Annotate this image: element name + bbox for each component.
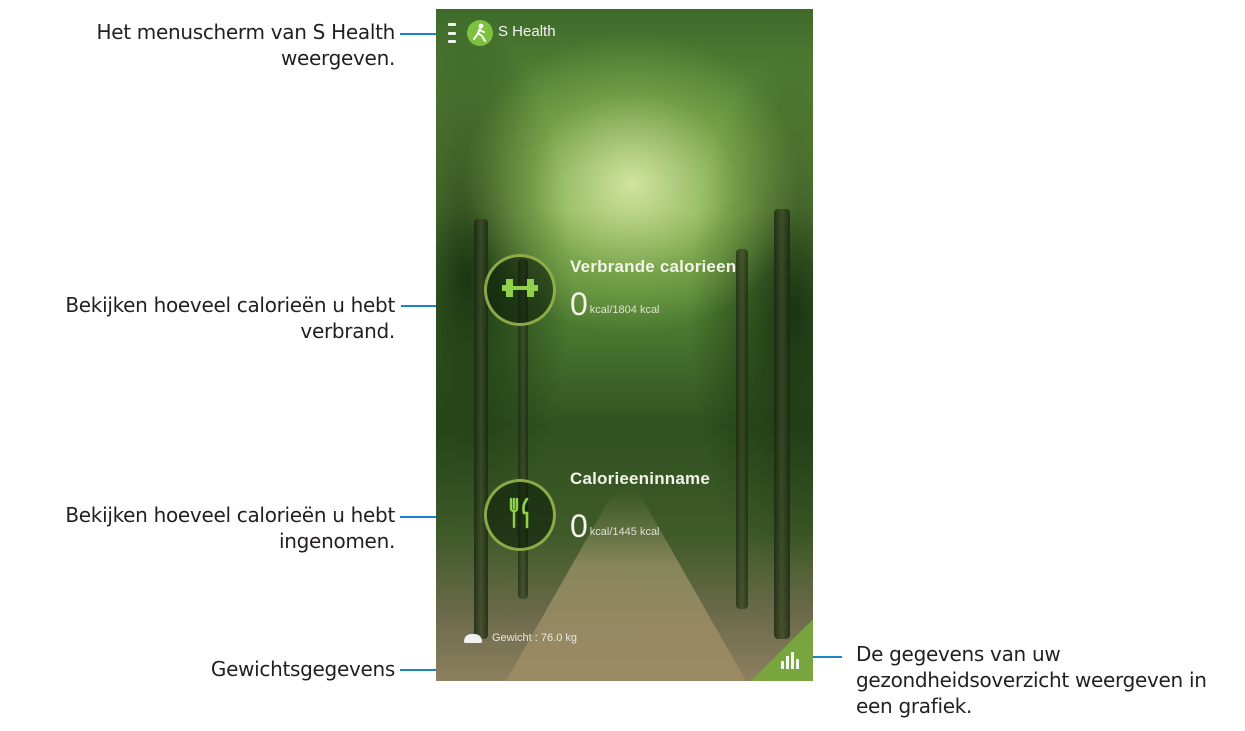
weight-row[interactable]: Gewicht : 76.0 kg bbox=[464, 632, 577, 644]
calorie-intake-unit: kcal/1445 kcal bbox=[589, 526, 660, 538]
phone-screen: S Health Verbrande calorieen 0 kcal/1804… bbox=[436, 9, 813, 681]
calorie-intake-label: Calorieeninname bbox=[570, 469, 710, 488]
callout-graph-text: De gegevens van uw gezondheidsoverzicht … bbox=[856, 642, 1207, 718]
calorie-intake-value: 0 kcal/1445 kcal bbox=[570, 508, 660, 544]
burned-calories-value: 0 kcal/1804 kcal bbox=[570, 286, 660, 322]
leader-graph bbox=[808, 656, 842, 658]
burned-calories-button[interactable] bbox=[484, 254, 556, 326]
walking-person-icon bbox=[467, 20, 493, 46]
app-header: S Health bbox=[436, 9, 813, 59]
weight-text: Gewicht : 76.0 kg bbox=[492, 632, 577, 644]
graph-button[interactable] bbox=[751, 619, 813, 681]
callout-menu: Het menuscherm van S Health weergeven. bbox=[20, 19, 395, 71]
tree-trunk bbox=[736, 249, 748, 609]
fork-knife-icon bbox=[505, 496, 535, 534]
burned-calories-number: 0 bbox=[570, 286, 588, 322]
callout-graph: De gegevens van uw gezondheidsoverzicht … bbox=[856, 641, 1241, 719]
burned-calories-unit: kcal/1804 kcal bbox=[589, 304, 660, 316]
callout-weight-text: Gewichtsgegevens bbox=[210, 657, 395, 681]
callout-intake-text: Bekijken hoeveel calorieën u hebt ingeno… bbox=[65, 503, 395, 553]
calorie-intake-number: 0 bbox=[570, 508, 588, 544]
callout-intake: Bekijken hoeveel calorieën u hebt ingeno… bbox=[0, 502, 395, 554]
callout-menu-text: Het menuscherm van S Health weergeven. bbox=[96, 20, 395, 70]
scale-icon bbox=[464, 633, 482, 643]
burned-calories-label: Verbrande calorieen bbox=[570, 257, 737, 276]
app-title[interactable]: S Health bbox=[498, 23, 556, 40]
callout-burned: Bekijken hoeveel calorieën u hebt verbra… bbox=[20, 292, 395, 344]
callout-burned-text: Bekijken hoeveel calorieën u hebt verbra… bbox=[65, 293, 395, 343]
menu-icon[interactable] bbox=[448, 23, 456, 43]
bar-chart-icon bbox=[781, 652, 799, 669]
dumbbell-icon bbox=[500, 276, 540, 304]
callout-weight: Gewichtsgegevens bbox=[20, 656, 395, 682]
tree-trunk bbox=[774, 209, 790, 639]
calorie-intake-button[interactable] bbox=[484, 479, 556, 551]
